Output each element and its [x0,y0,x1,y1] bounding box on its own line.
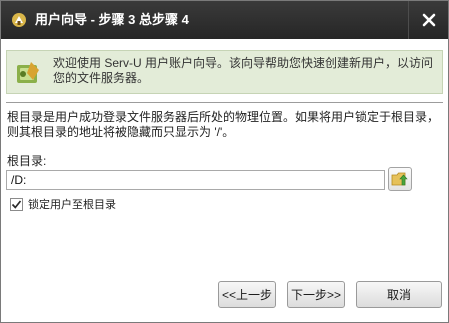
wizard-app-icon [12,13,26,27]
window-title: 用户向导 - 步骤 3 总步骤 4 [35,12,189,27]
banner-text: 欢迎使用 Serv-U 用户账户向导。该向导帮助您快速创建新用户，以访问您的文件… [53,56,434,85]
folder-up-icon [391,172,408,186]
lock-user-label: 锁定用户至根目录 [28,199,116,211]
root-dir-input[interactable] [6,170,385,190]
welcome-banner: 欢迎使用 Serv-U 用户账户向导。该向导帮助您快速创建新用户，以访问您的文件… [6,50,443,94]
section-divider [6,102,443,103]
lock-user-row: 锁定用户至根目录 [10,196,116,212]
next-button[interactable]: 下一步>> [287,281,345,308]
lock-user-checkbox[interactable] [10,197,23,211]
cancel-button[interactable]: 取消 [356,281,442,308]
user-wizard-dialog: 用户向导 - 步骤 3 总步骤 4 欢迎使用 Serv-U 用户账户向导。该向导… [0,0,449,323]
title-bar[interactable]: 用户向导 - 步骤 3 总步骤 4 [1,1,448,39]
root-dir-label: 根目录: [7,154,47,168]
close-icon [422,13,435,27]
back-button[interactable]: <<上一步 [218,281,276,308]
root-dir-description: 根目录是用户成功登录文件服务器后所处的物理位置。如果将用户锁定于根目录，则其根目… [7,110,440,139]
close-button[interactable] [409,1,448,39]
checkmark-icon [11,199,22,209]
wizard-icon [17,62,39,83]
browse-button[interactable] [388,167,412,191]
